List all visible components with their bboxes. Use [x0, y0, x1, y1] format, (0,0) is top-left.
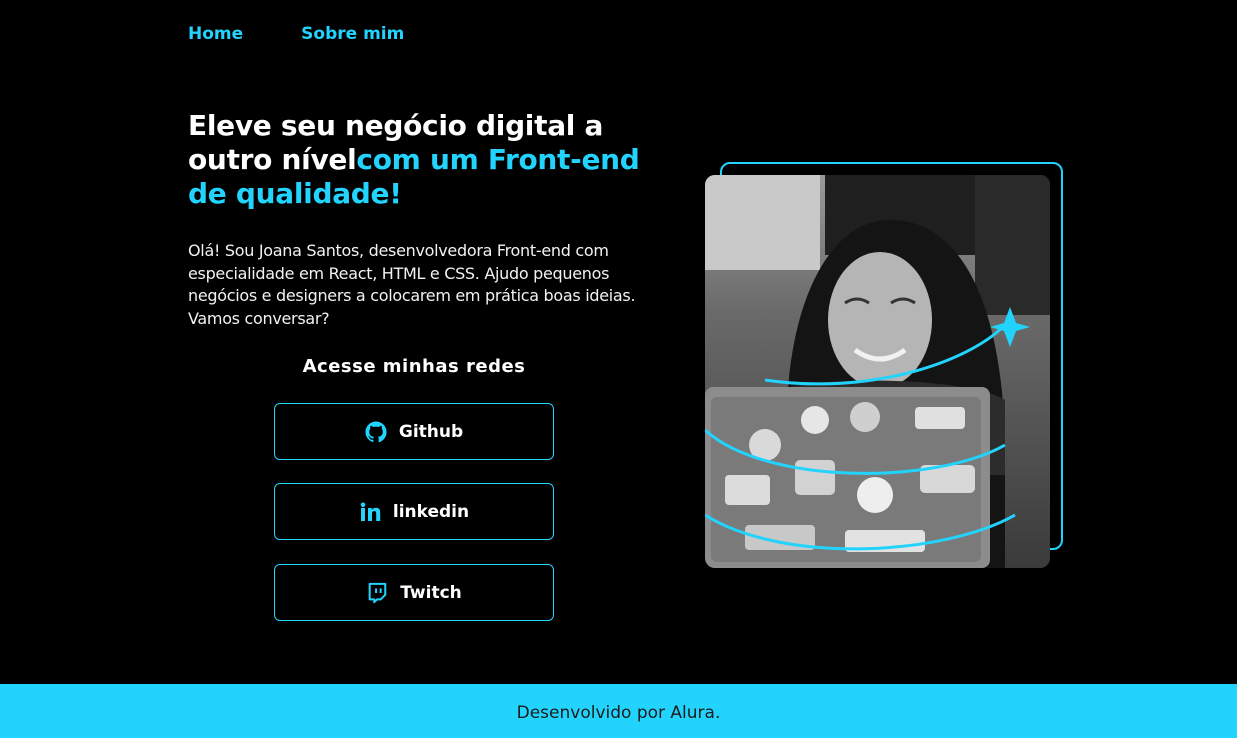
footer: Desenvolvido por Alura. — [0, 684, 1237, 738]
github-label: Github — [398, 421, 464, 442]
twitch-button[interactable]: Twitch — [274, 564, 554, 621]
footer-text: Desenvolvido por Alura. — [516, 703, 721, 723]
profile-photo — [705, 175, 1050, 568]
linkedin-button[interactable]: linkedin — [274, 483, 554, 540]
main-nav: Home Sobre mim — [188, 24, 404, 44]
github-icon — [365, 420, 387, 443]
linkedin-icon — [359, 502, 381, 522]
hero-title: Eleve seu negócio digital a outro nívelc… — [188, 109, 648, 211]
github-button[interactable]: Github — [274, 403, 554, 460]
nav-link-about[interactable]: Sobre mim — [301, 24, 404, 44]
linkedin-label: linkedin — [392, 501, 470, 522]
twitch-icon — [366, 582, 388, 604]
social-section-title: Acesse minhas redes — [302, 356, 526, 377]
twitch-label: Twitch — [400, 582, 462, 603]
intro-text: Olá! Sou Joana Santos, desenvolvedora Fr… — [188, 241, 636, 328]
nav-link-home[interactable]: Home — [188, 24, 243, 44]
